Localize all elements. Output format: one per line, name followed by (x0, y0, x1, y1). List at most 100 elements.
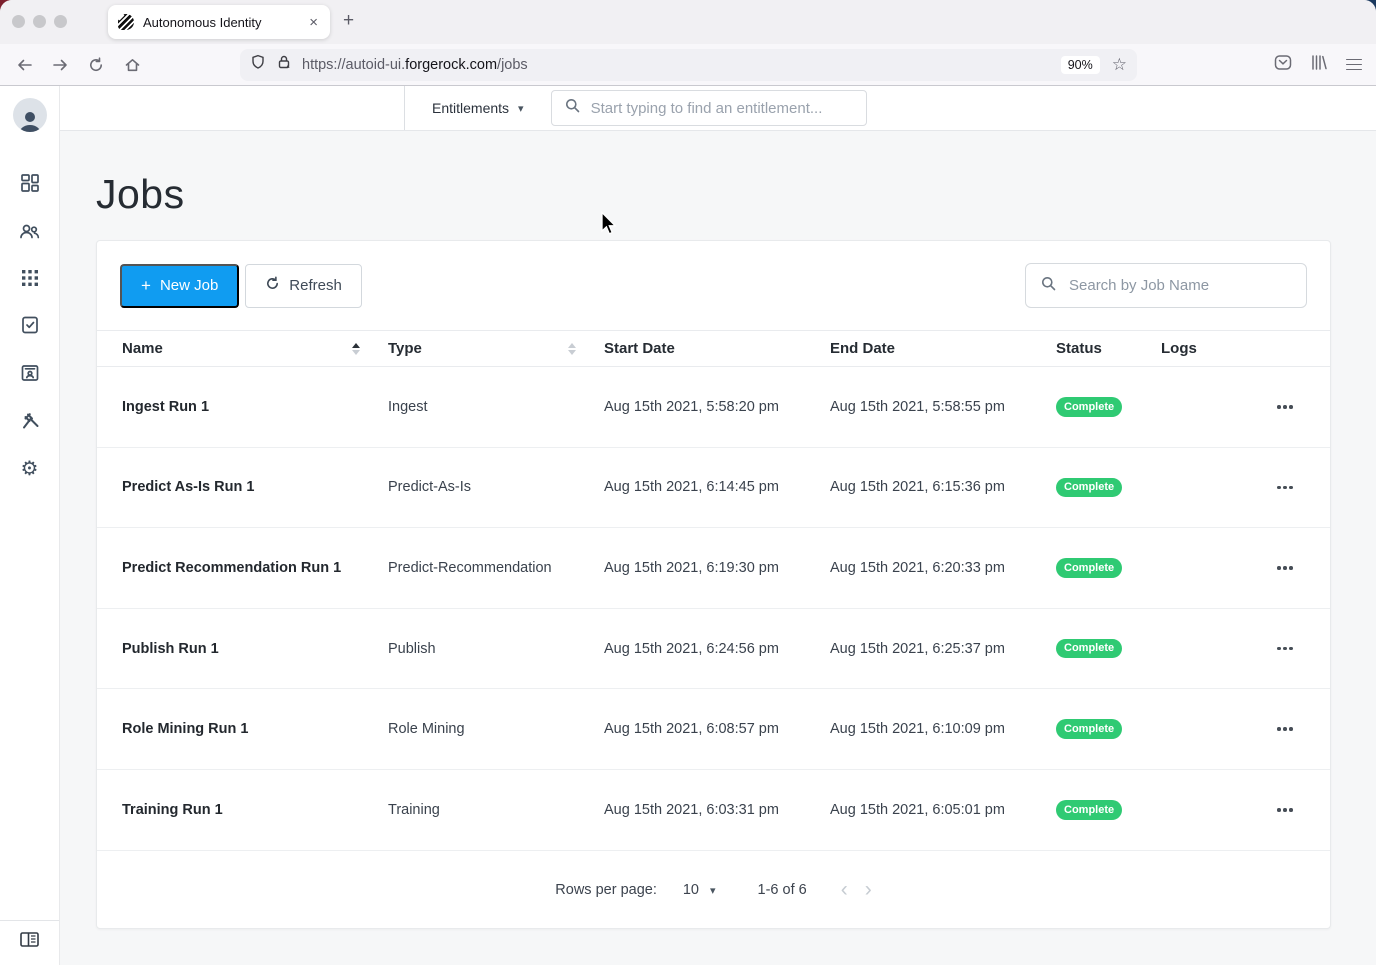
column-header-logs[interactable]: Logs (1161, 340, 1246, 357)
tab-close-icon[interactable]: × (307, 14, 320, 31)
table-row[interactable]: Publish Run 1 Publish Aug 15th 2021, 6:2… (97, 609, 1330, 690)
table-row[interactable]: Predict Recommendation Run 1 Predict-Rec… (97, 528, 1330, 609)
next-page-icon[interactable]: › (865, 879, 872, 900)
table-pagination: Rows per page: 10 ▾ 1-6 of 6 ‹ › (97, 851, 1330, 929)
status-badge: Complete (1056, 478, 1122, 498)
refresh-icon (265, 276, 280, 295)
row-menu-button[interactable] (1277, 486, 1330, 490)
table-row[interactable]: Ingest Run 1 Ingest Aug 15th 2021, 5:58:… (97, 367, 1330, 448)
back-icon[interactable] (8, 50, 40, 80)
job-end-date: Aug 15th 2021, 6:25:37 pm (830, 641, 1056, 657)
forward-icon[interactable] (44, 50, 76, 80)
status-badge: Complete (1056, 719, 1122, 739)
job-name: Publish Run 1 (122, 641, 388, 657)
url-bar[interactable]: https://autoid-ui.forgerock.com/jobs 90%… (240, 49, 1137, 81)
sidebar-item-identities[interactable] (19, 362, 41, 389)
minimize-window-button[interactable] (33, 15, 46, 28)
rows-per-page-label: Rows per page: (555, 882, 657, 898)
job-end-date: Aug 15th 2021, 6:05:01 pm (830, 802, 1056, 818)
row-menu-button[interactable] (1277, 808, 1330, 812)
job-type: Publish (388, 641, 604, 657)
sidebar-item-settings-gear-icon[interactable]: ⚙ (21, 458, 39, 480)
new-job-button[interactable]: + New Job (120, 264, 239, 308)
job-start-date: Aug 15th 2021, 6:14:45 pm (604, 479, 830, 495)
job-end-date: Aug 15th 2021, 5:58:55 pm (830, 399, 1056, 415)
forgerock-favicon-icon (118, 14, 134, 30)
chevron-down-icon: ▾ (710, 884, 716, 897)
column-header-end-date[interactable]: End Date (830, 340, 1056, 357)
rows-per-page-select[interactable]: 10 ▾ (683, 882, 716, 898)
status-badge: Complete (1056, 639, 1122, 659)
column-header-start-date[interactable]: Start Date (604, 340, 830, 357)
shield-icon[interactable] (250, 54, 266, 75)
job-type: Training (388, 802, 604, 818)
column-header-name[interactable]: Name (122, 340, 388, 357)
job-start-date: Aug 15th 2021, 6:08:57 pm (604, 721, 830, 737)
job-type: Role Mining (388, 721, 604, 737)
job-type: Predict-As-Is (388, 479, 604, 495)
job-search-input[interactable] (1069, 277, 1291, 294)
plus-icon: + (141, 276, 151, 296)
status-badge: Complete (1056, 397, 1122, 417)
job-name: Role Mining Run 1 (122, 721, 388, 737)
menu-hamburger-icon[interactable] (1346, 56, 1362, 74)
context-dropdown[interactable]: Entitlements ▾ (404, 86, 551, 130)
row-menu-button[interactable] (1277, 405, 1330, 409)
entitlement-search[interactable] (551, 90, 867, 126)
browser-tab[interactable]: Autonomous Identity × (108, 5, 330, 39)
sidebar-item-users[interactable] (18, 220, 41, 247)
row-menu-button[interactable] (1277, 727, 1330, 731)
url-text: https://autoid-ui.forgerock.com/jobs (302, 57, 528, 73)
pagination-range: 1-6 of 6 (758, 882, 807, 898)
lock-warning-icon[interactable] (276, 54, 292, 75)
search-icon (565, 98, 580, 118)
library-icon[interactable] (1310, 54, 1328, 76)
job-name: Predict Recommendation Run 1 (122, 560, 388, 576)
tab-title: Autonomous Identity (143, 15, 307, 30)
zoom-level-indicator[interactable]: 90% (1061, 56, 1100, 74)
user-avatar[interactable] (13, 98, 47, 132)
sort-icon[interactable] (568, 343, 576, 355)
status-badge: Complete (1056, 558, 1122, 578)
sidebar-item-applications[interactable] (20, 268, 40, 293)
sidebar-item-dashboard[interactable] (19, 172, 41, 199)
previous-page-icon[interactable]: ‹ (841, 879, 848, 900)
context-dropdown-label: Entitlements (432, 100, 509, 116)
table-row[interactable]: Training Run 1 Training Aug 15th 2021, 6… (97, 770, 1330, 851)
job-name: Predict As-Is Run 1 (122, 479, 388, 495)
main-content: Entitlements ▾ Jobs + New (60, 86, 1376, 965)
sort-ascending-icon[interactable] (352, 343, 360, 355)
pocket-icon[interactable] (1274, 54, 1292, 76)
table-row[interactable]: Role Mining Run 1 Role Mining Aug 15th 2… (97, 689, 1330, 770)
refresh-button[interactable]: Refresh (245, 264, 362, 308)
job-name: Training Run 1 (122, 802, 388, 818)
table-row[interactable]: Predict As-Is Run 1 Predict-As-Is Aug 15… (97, 448, 1330, 529)
column-header-status[interactable]: Status (1056, 340, 1161, 357)
job-start-date: Aug 15th 2021, 6:03:31 pm (604, 802, 830, 818)
bookmark-star-icon[interactable]: ☆ (1112, 55, 1127, 75)
page-title: Jobs (96, 171, 1376, 218)
home-icon[interactable] (116, 50, 148, 80)
sidebar-item-rules-gavel[interactable] (19, 410, 41, 437)
jobs-card: + New Job Refresh (96, 240, 1331, 929)
close-window-button[interactable] (12, 15, 25, 28)
job-type: Predict-Recommendation (388, 560, 604, 576)
window-controls[interactable] (12, 15, 67, 28)
job-end-date: Aug 15th 2021, 6:10:09 pm (830, 721, 1056, 737)
sidebar-collapse-toggle-icon[interactable] (20, 932, 39, 952)
job-search[interactable] (1025, 263, 1307, 308)
sidebar-item-tasks[interactable] (19, 314, 41, 341)
job-end-date: Aug 15th 2021, 6:15:36 pm (830, 479, 1056, 495)
row-menu-button[interactable] (1277, 647, 1330, 651)
row-menu-button[interactable] (1277, 566, 1330, 570)
tab-strip: Autonomous Identity × + (0, 0, 1376, 44)
app-top-bar: Entitlements ▾ (60, 86, 1376, 131)
new-job-label: New Job (160, 277, 218, 294)
search-icon (1041, 276, 1056, 296)
status-badge: Complete (1056, 800, 1122, 820)
maximize-window-button[interactable] (54, 15, 67, 28)
entitlement-search-input[interactable] (591, 100, 853, 117)
new-tab-button[interactable]: + (343, 10, 354, 32)
column-header-type[interactable]: Type (388, 340, 604, 357)
reload-icon[interactable] (80, 50, 112, 80)
